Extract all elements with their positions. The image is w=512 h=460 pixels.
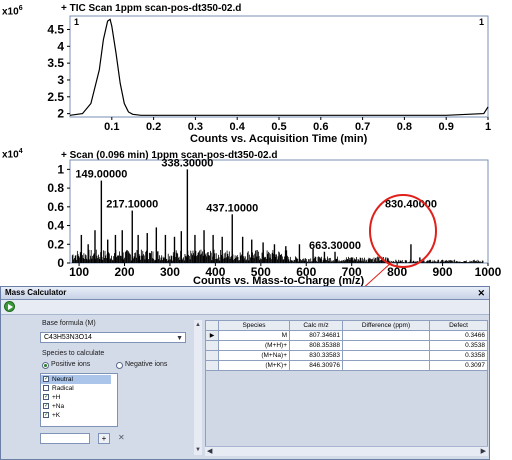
- negative-ions-radio[interactable]: [116, 362, 123, 369]
- tic-y-tick-label: 2.5: [47, 90, 64, 104]
- column-header[interactable]: Species: [218, 320, 290, 331]
- table-row[interactable]: (M+K)+ 846.30976 0.3097: [205, 360, 488, 371]
- peak-label: 663.30000: [309, 240, 361, 252]
- scan-x-tick-label: 900: [433, 265, 453, 279]
- base-formula-label: Base formula (M): [42, 320, 96, 327]
- checkbox-icon[interactable]: [43, 385, 49, 391]
- tic-x-tick-label: 0.2: [146, 121, 161, 133]
- checkbox-icon[interactable]: ✓: [43, 394, 49, 400]
- tic-x-tick-label: 0.3: [188, 121, 203, 133]
- species-item-h[interactable]: ✓ +H: [41, 393, 111, 402]
- positive-ions-radio[interactable]: [42, 362, 49, 369]
- scan-y-tick-label: 0.8: [47, 181, 64, 195]
- table-row[interactable]: ▶ M 807.34681 0.3466: [205, 330, 488, 341]
- column-header: [205, 320, 219, 331]
- remove-species-icon[interactable]: ✕: [118, 433, 125, 443]
- scan-x-tick-label: 1000: [475, 265, 502, 279]
- table-header-row: Species Calc m/z Difference (ppm) Defect: [205, 320, 488, 331]
- tic-chart: 4.5 4 3.5 3 2.5 2 0.1 0.2 0.3 0.4 0.5 0.6 0.7 0.8 0.9 1…: [47, 15, 491, 133]
- scan-y-tick-label: 0.4: [47, 219, 64, 233]
- horizontal-scrollbar[interactable]: ◀ ▶: [205, 446, 488, 456]
- tic-x-tick-label: 0.7: [355, 121, 370, 133]
- vertical-splitter[interactable]: ▲ ▼: [194, 320, 202, 455]
- peak-label: 437.10000: [206, 202, 258, 214]
- chevron-down-icon[interactable]: ▼: [176, 335, 183, 342]
- tic-plot-frame: [69, 15, 489, 118]
- species-item-k[interactable]: ✓ +K: [41, 411, 111, 420]
- scan-x-tick-label: 300: [160, 265, 180, 279]
- peak-label: 830.40000: [385, 199, 437, 211]
- scan-x-tick-label: 800: [387, 265, 407, 279]
- base-formula-combo[interactable]: C43H53N3O14 ▼: [40, 332, 186, 343]
- negative-ions-label: Negative ions: [125, 361, 168, 368]
- tic-y-tick-label: 4: [57, 39, 64, 53]
- tic-x-tick-label: 0.5: [271, 121, 286, 133]
- tic-y-tick-label: 3.5: [47, 56, 64, 70]
- tic-x-tick-label: 1: [485, 121, 491, 133]
- tic-range-marker: 1: [74, 17, 79, 27]
- checkbox-icon[interactable]: ✓: [43, 403, 49, 409]
- species-item-na[interactable]: ✓ +Na: [41, 402, 111, 411]
- formula-panel: Base formula (M) C43H53N3O14 ▼ Species t…: [34, 320, 189, 452]
- new-species-input[interactable]: [40, 433, 90, 444]
- checkbox-icon[interactable]: ✓: [43, 376, 49, 382]
- row-selector-icon[interactable]: ▶: [205, 330, 219, 341]
- peak-label: 338.30000: [161, 157, 213, 169]
- scan-chart: 10.80.60.40.20100 200 300 400 500 600 700 800 90…: [47, 157, 502, 279]
- species-item-radical[interactable]: Radical: [41, 384, 111, 393]
- scan-x-tick-label: 100: [69, 265, 89, 279]
- scan-y-tick-label: 0: [57, 256, 64, 270]
- column-header[interactable]: Defect: [429, 320, 488, 331]
- scroll-left-icon[interactable]: ◀: [207, 447, 212, 456]
- species-list: ✓ Neutral Radical ✓ +H ✓ +Na ✓ +K: [40, 373, 118, 427]
- positive-ions-label: Positive ions: [51, 361, 91, 368]
- column-header[interactable]: Difference (ppm): [342, 320, 430, 331]
- tic-y-tick-label: 2: [57, 107, 64, 121]
- scan-x-tick-label: 200: [115, 265, 135, 279]
- scan-y-tick-label: 0.2: [47, 237, 64, 251]
- tic-x-tick-label: 0.8: [397, 121, 412, 133]
- scan-y-tick-label: 0.6: [47, 200, 64, 214]
- mass-calculator-title: Mass Calculator: [5, 288, 67, 297]
- tic-x-tick-label: 0.1: [104, 121, 119, 133]
- checkbox-icon[interactable]: ✓: [43, 412, 49, 418]
- column-header[interactable]: Calc m/z: [289, 320, 343, 331]
- peak-label: 149.00000: [75, 169, 127, 181]
- scan-y-tick-label: 1: [57, 162, 64, 176]
- close-icon[interactable]: ✕: [477, 287, 485, 299]
- peak-label: 217.10000: [106, 199, 158, 211]
- base-formula-value: C43H53N3O14: [44, 334, 92, 341]
- run-calculation-icon[interactable]: [4, 301, 15, 312]
- results-table: Species Calc m/z Difference (ppm) Defect…: [205, 320, 488, 371]
- add-species-button[interactable]: +: [98, 433, 110, 444]
- tic-range-marker: 1: [479, 17, 484, 27]
- species-label: Species to calculate: [42, 350, 105, 357]
- tic-x-tick-label: 0.9: [439, 121, 454, 133]
- tic-y-tick-label: 3: [57, 73, 64, 87]
- tic-x-tick-label: 0.6: [313, 121, 328, 133]
- mass-calculator-toolbar: [1, 300, 489, 315]
- species-item-neutral[interactable]: ✓ Neutral: [41, 375, 111, 384]
- scroll-right-icon[interactable]: ▶: [481, 447, 486, 456]
- table-row[interactable]: (M+H)+ 808.35388 0.3538: [205, 340, 488, 351]
- tic-x-tick-label: 0.4: [230, 121, 246, 133]
- table-row[interactable]: (M+Na)+ 830.33583 0.3358: [205, 350, 488, 361]
- mass-calculator-titlebar[interactable]: Mass Calculator ✕: [1, 287, 489, 300]
- tic-y-tick-label: 4.5: [47, 22, 64, 36]
